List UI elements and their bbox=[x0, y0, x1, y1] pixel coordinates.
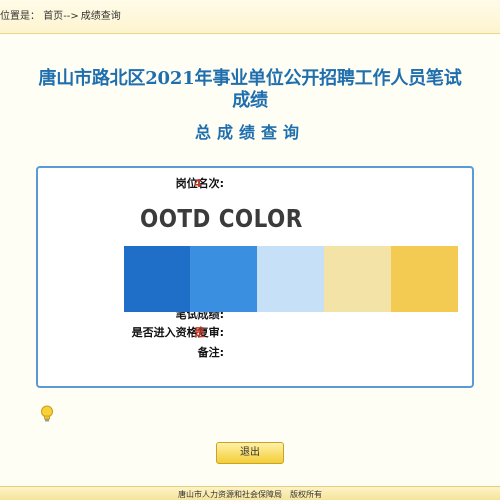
page-subtitle: 总成绩查询 bbox=[194, 123, 305, 142]
lightbulb-icon bbox=[40, 405, 54, 423]
breadcrumb-separator: --> bbox=[63, 11, 79, 22]
review-row: 是否进入资格复审: 是 bbox=[38, 325, 472, 341]
note-row: 备注: bbox=[38, 345, 472, 361]
breadcrumb-home-link[interactable]: 首页 bbox=[43, 11, 63, 22]
color-swatch-5 bbox=[391, 246, 458, 312]
color-swatch-2 bbox=[190, 246, 257, 312]
breadcrumb: 位置是： 首页--> 成绩查询 bbox=[0, 9, 121, 25]
top-bar: 位置是： 首页--> 成绩查询 bbox=[0, 0, 500, 34]
footer: 唐山市人力资源和社会保障局 版权所有 bbox=[0, 486, 500, 500]
exit-button[interactable]: 退出 bbox=[216, 442, 284, 464]
breadcrumb-location-label: 位置是： bbox=[0, 11, 40, 22]
color-swatch-3 bbox=[257, 246, 324, 312]
page-title: 唐山市路北区2021年事业单位公开招聘工作人员笔试成绩 bbox=[38, 68, 462, 111]
color-swatch-1 bbox=[124, 246, 190, 312]
breadcrumb-current: 成绩查询 bbox=[80, 11, 121, 22]
rank-row: 岗位名次: 4 bbox=[38, 176, 472, 192]
color-swatch-4 bbox=[324, 246, 391, 312]
rank-value: 4 bbox=[194, 177, 202, 190]
review-value: 是 bbox=[194, 326, 205, 339]
note-label: 备注: bbox=[197, 346, 224, 359]
ootd-color-heading: OOTD COLOR bbox=[140, 204, 303, 233]
ootd-color-overlay: OOTD COLOR bbox=[124, 200, 458, 312]
review-label: 是否进入资格复审: bbox=[131, 326, 224, 339]
